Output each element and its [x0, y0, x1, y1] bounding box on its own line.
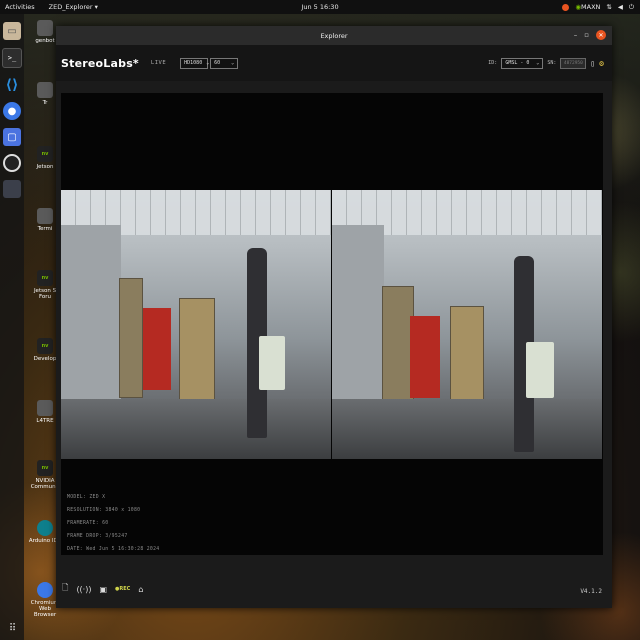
- version-label: V4.1.2: [580, 588, 602, 595]
- date-text: DATE: Wed Jun 5 16:30:28 2024: [67, 547, 160, 552]
- power-mode-label[interactable]: ◉MAXN: [575, 3, 600, 11]
- right-camera-image: [332, 190, 602, 459]
- nvidia-icon: nv: [37, 460, 53, 476]
- document-icon: [37, 400, 53, 416]
- home-folder-icon: [37, 20, 53, 36]
- sn-label: SN:: [547, 60, 557, 66]
- chevron-down-icon: ⌄: [231, 60, 235, 66]
- system-tray: ◉MAXN ⇅ ◀ ⏻: [562, 3, 634, 12]
- network-icon[interactable]: ⇅: [606, 3, 611, 11]
- minimize-icon[interactable]: –: [574, 31, 578, 39]
- ubuntu-icon[interactable]: [562, 3, 570, 11]
- power-icon[interactable]: ⏻: [629, 3, 634, 12]
- file-icon[interactable]: 🗋: [62, 582, 68, 596]
- stereolabs-logo: StereoLabs*: [61, 56, 139, 70]
- record-icon[interactable]: ▯: [590, 59, 595, 68]
- toolbar: StereoLabs* LIVE HD1080 ⌄ 60 ⌄ ID: GMSL - …: [56, 45, 612, 81]
- id-label: ID:: [488, 60, 498, 66]
- fps-select[interactable]: 60 ⌄: [210, 57, 239, 69]
- show-apps-icon[interactable]: ⠿: [9, 623, 16, 634]
- screenshot-icon[interactable]: ▢: [3, 128, 21, 146]
- window-title: Explorer: [320, 31, 348, 40]
- window-titlebar[interactable]: Explorer – ▫ ✕: [56, 26, 612, 45]
- frame-drop-text: FRAME DROP: 3/95247: [67, 534, 128, 539]
- volume-icon[interactable]: ◀: [618, 3, 623, 11]
- trash-icon: [37, 82, 53, 98]
- dock: ▭ >_ ⟨⟩ ● ▢ ⠿: [0, 14, 24, 640]
- clock[interactable]: Jun 5 16:30: [301, 3, 338, 11]
- obs-icon[interactable]: [3, 154, 21, 172]
- model-text: MODEL: ZED X: [67, 495, 106, 500]
- camera-info: MODEL: ZED X RESOLUTION: 3840 x 1080 FRA…: [67, 491, 159, 556]
- rec-status-icon[interactable]: ●REC: [115, 586, 130, 592]
- activities-button[interactable]: Activities: [5, 3, 35, 11]
- bottom-toolbar: 🗋 ((·)) ▣ ●REC ⌂ V4.1.2: [56, 564, 612, 608]
- chevron-down-icon: ⌄: [536, 60, 540, 66]
- resolution-text: RESOLUTION: 3840 x 1080: [67, 508, 141, 513]
- serial-number-field: 4872950: [560, 57, 587, 69]
- framerate-text: FRAMERATE: 60: [67, 521, 109, 526]
- stereo-video-feed[interactable]: [61, 190, 603, 459]
- terminal-icon[interactable]: >_: [2, 48, 22, 68]
- camera-id-select[interactable]: GMSL - 0 ⌄: [501, 57, 544, 69]
- arduino-icon: [37, 520, 53, 536]
- resolution-select[interactable]: HD1080 ⌄: [180, 57, 210, 69]
- gear-icon[interactable]: ⚙: [599, 59, 604, 68]
- video-panel: MODEL: ZED X RESOLUTION: 3840 x 1080 FRA…: [61, 93, 603, 555]
- chromium-icon[interactable]: ●: [3, 102, 21, 120]
- nvidia-icon: nv: [37, 270, 53, 286]
- live-label: LIVE: [150, 60, 167, 66]
- maximize-icon[interactable]: ▫: [584, 31, 589, 39]
- chromium-icon: [37, 582, 53, 598]
- files-icon[interactable]: ▭: [3, 22, 21, 40]
- vscode-icon[interactable]: ⟨⟩: [3, 76, 21, 94]
- bottom-actions: 🗋 ((·)) ▣ ●REC ⌂: [62, 582, 143, 596]
- nvidia-icon: nv: [37, 146, 53, 162]
- record-icon[interactable]: ▣: [99, 585, 107, 594]
- camera-id-controls: ID: GMSL - 0 ⌄ SN: 4872950 ▯ ⚙: [488, 57, 604, 69]
- explorer-window: Explorer – ▫ ✕ StereoLabs* LIVE HD1080 ⌄ …: [56, 26, 612, 608]
- window-controls: – ▫ ✕: [574, 30, 606, 40]
- app-menu[interactable]: ZED_Explorer ▾: [49, 3, 98, 11]
- zed-explorer-icon[interactable]: [3, 180, 21, 198]
- nvidia-icon: nv: [37, 338, 53, 354]
- left-camera-image: [61, 190, 331, 459]
- terminal-icon: [37, 208, 53, 224]
- camera-icon[interactable]: ⌂: [138, 585, 143, 594]
- top-bar: Activities ZED_Explorer ▾ Jun 5 16:30 ◉M…: [0, 0, 640, 14]
- stream-icon[interactable]: ((·)): [76, 585, 91, 594]
- close-icon[interactable]: ✕: [596, 30, 606, 40]
- chevron-down-icon: ⌄: [206, 60, 210, 66]
